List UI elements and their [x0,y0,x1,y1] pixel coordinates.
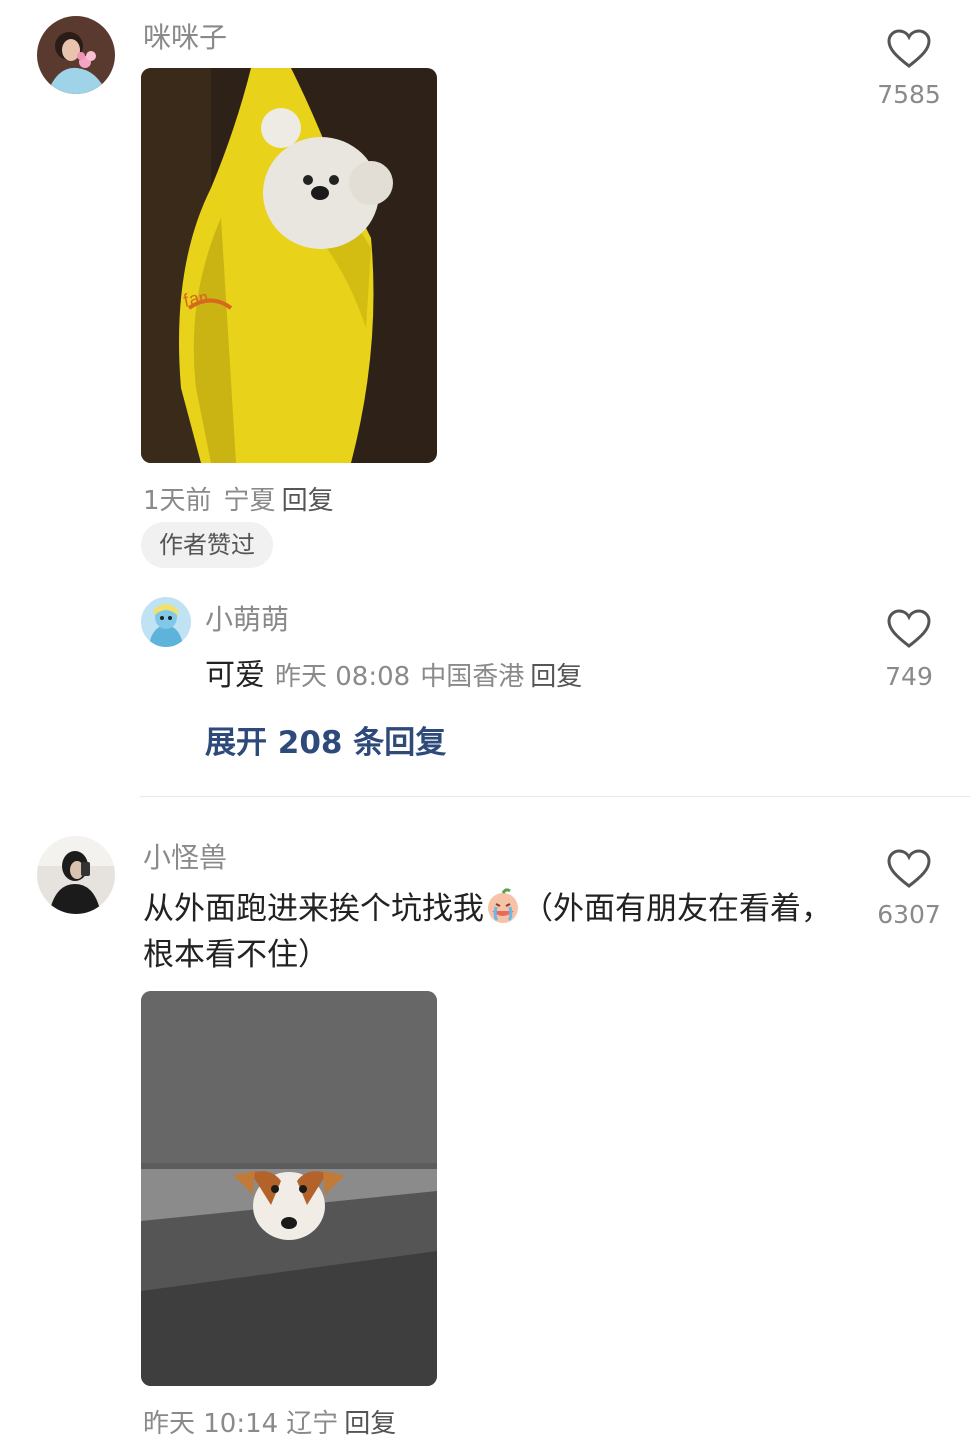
comment-meta: 昨天 10:14 辽宁 回复 [143,1403,396,1440]
like-count: 749 [885,662,933,691]
reply-text: 可爱 [205,658,265,693]
reply-content: 可爱 昨天 08:08 中国香港 回复 [205,650,582,694]
avatar[interactable] [37,836,115,914]
heart-outline-icon[interactable] [886,28,932,70]
divider [140,796,970,797]
heart-outline-icon[interactable] [886,608,932,650]
comment-text: 从外面跑进来挨个坑找我 （外面有朋友在看着，根本看不住） [143,886,833,978]
comment-meta: 1天前 宁夏 回复 [143,480,334,517]
reply-username[interactable]: 小萌萌 [205,598,289,638]
crying-face-emoji [488,888,518,923]
reply-button[interactable]: 回复 [344,1409,396,1439]
comment-text-part: 从外面跑进来挨个坑找我 [143,891,484,927]
avatar[interactable] [37,16,115,94]
comment-photo[interactable] [141,991,437,1386]
avatar[interactable] [141,597,191,647]
comment-time: 昨天 10:14 [143,1409,279,1439]
comment-username[interactable]: 咪咪子 [143,16,227,56]
comment-photo[interactable]: ᶠᵃⁿ [141,68,437,463]
author-liked-badge: 作者赞过 [141,522,273,568]
comment-region: 宁夏 [223,486,276,516]
comment-region: 辽宁 [286,1409,339,1439]
like-count: 6307 [877,900,941,929]
reply-button[interactable]: 回复 [530,662,582,692]
comment-time: 1天前 [143,486,212,516]
expand-replies-button[interactable]: 展开 208 条回复 [205,717,446,762]
like-count: 7585 [877,80,941,109]
reply-button[interactable]: 回复 [282,486,334,516]
reply-time: 昨天 08:08 [275,662,411,692]
heart-outline-icon[interactable] [886,848,932,890]
reply-region: 中国香港 [420,662,525,692]
comment-username[interactable]: 小怪兽 [143,836,227,876]
